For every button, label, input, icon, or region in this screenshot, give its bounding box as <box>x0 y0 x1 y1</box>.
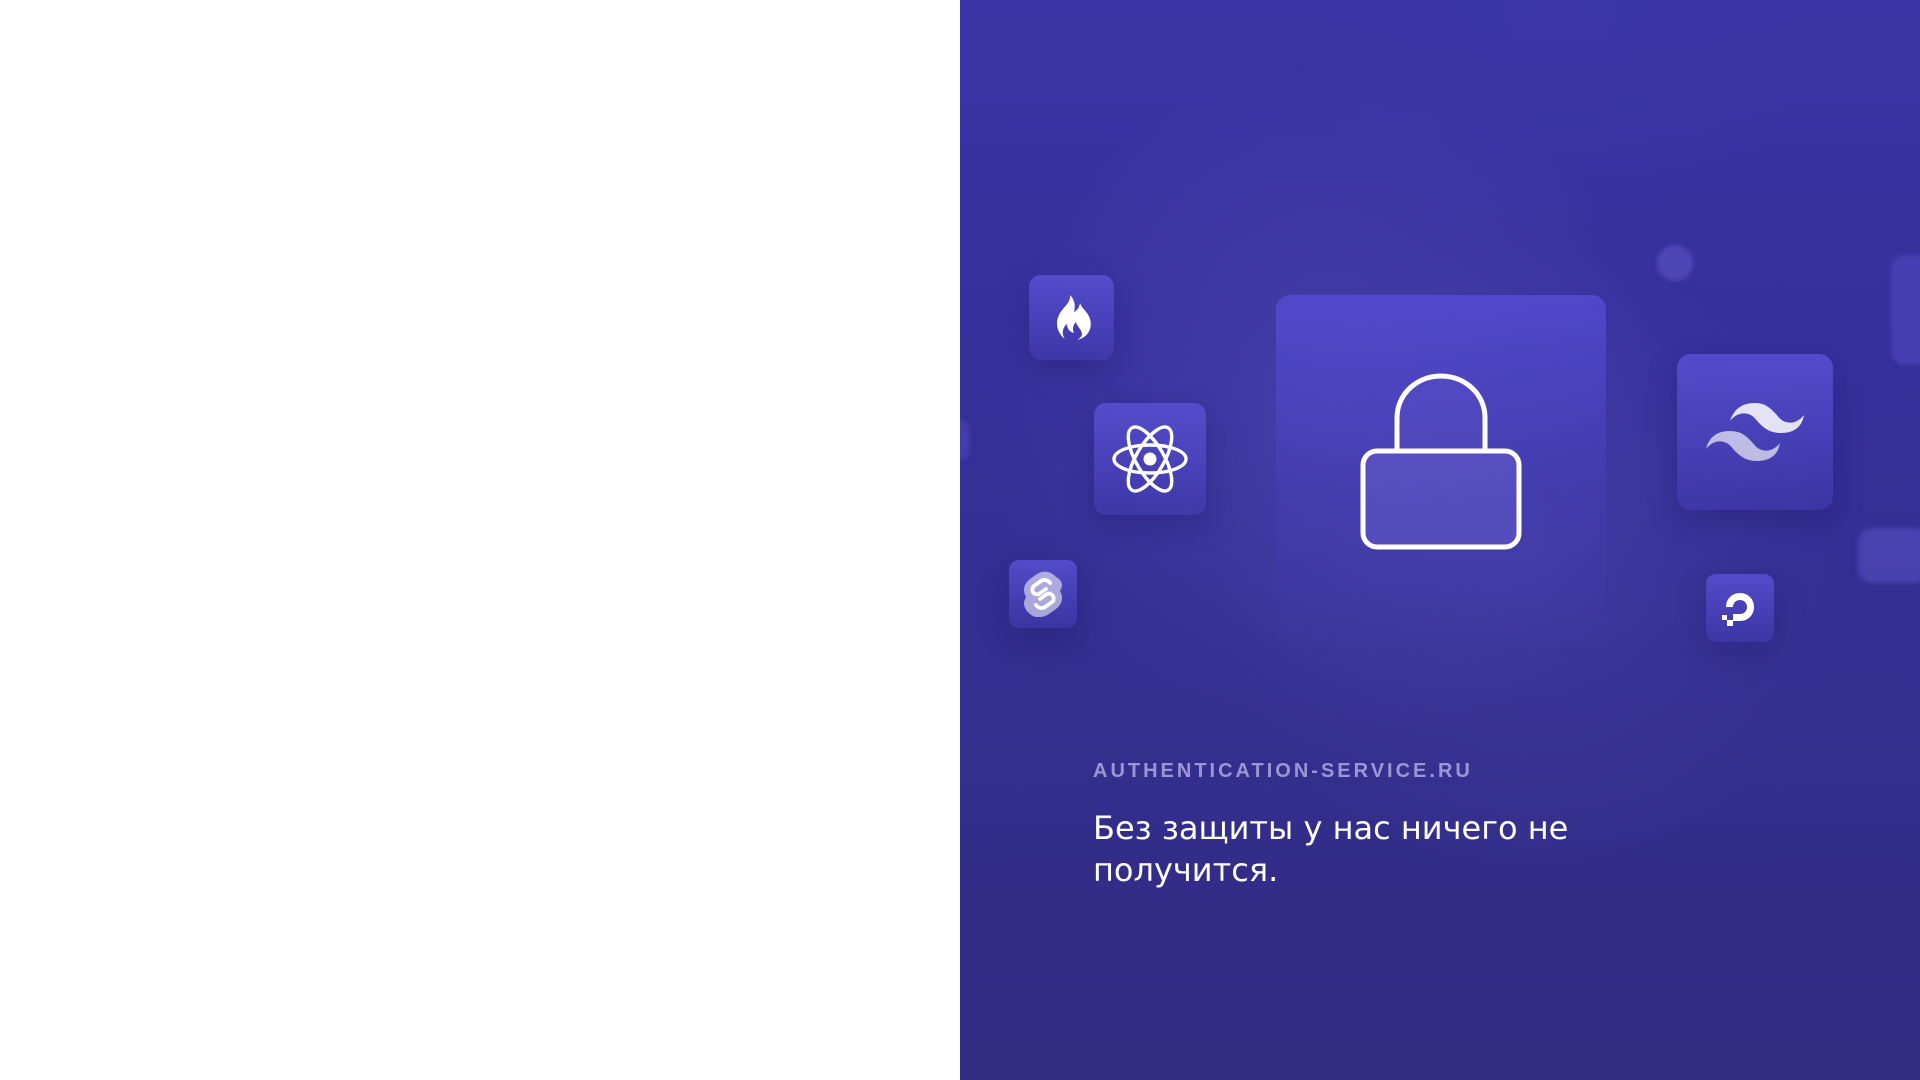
decorative-tile <box>960 420 970 460</box>
lock-card <box>1276 295 1606 655</box>
hero-tagline: Без защиты у нас ничего не получится. <box>1093 809 1569 889</box>
codeigniter-tile <box>1029 275 1114 360</box>
left-pane <box>0 0 960 1080</box>
page: AUTHENTICATION-SERVICE.RU Без защиты у н… <box>0 0 1920 1080</box>
decorative-tile <box>1858 528 1920 583</box>
react-atom-icon <box>1112 425 1188 493</box>
tailwind-tile <box>1677 354 1833 510</box>
hero-caption: AUTHENTICATION-SERVICE.RU Без защиты у н… <box>1093 760 1653 891</box>
svelte-icon <box>1024 571 1062 617</box>
service-domain: AUTHENTICATION-SERVICE.RU <box>1093 760 1473 782</box>
decorative-dot <box>1657 245 1693 281</box>
tailwind-icon <box>1706 403 1804 461</box>
svelte-tile <box>1009 560 1077 628</box>
codeigniter-flame-icon <box>1056 294 1091 340</box>
hero-panel: AUTHENTICATION-SERVICE.RU Без защиты у н… <box>960 0 1920 1080</box>
background-glow <box>1260 0 1860 220</box>
react-tile <box>1094 403 1206 515</box>
digitalocean-icon <box>1722 593 1754 626</box>
decorative-tile <box>1891 255 1920 365</box>
lock-icon <box>1360 373 1522 550</box>
digitalocean-tile <box>1706 574 1774 642</box>
